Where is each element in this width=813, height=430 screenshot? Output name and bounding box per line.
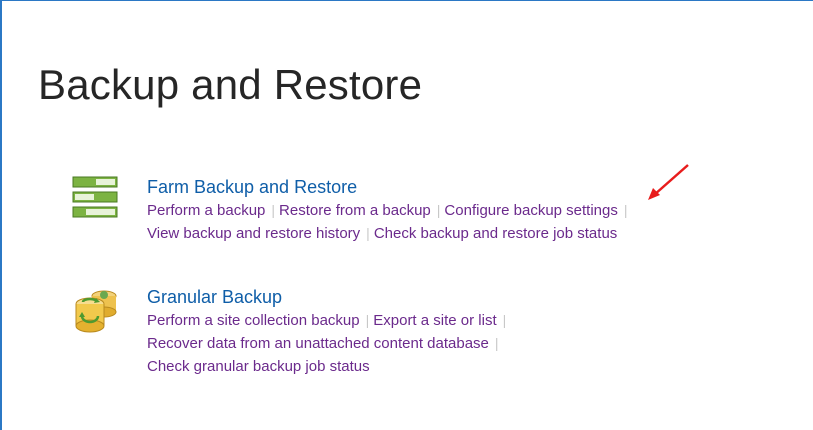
red-annotation-arrow-icon xyxy=(642,161,694,208)
link-separator: | xyxy=(365,312,370,328)
link-separator: | xyxy=(502,312,507,328)
granular-backup-links-row-1: Perform a site collection backup | Export … xyxy=(147,309,510,332)
check-granular-job-status-link[interactable]: Check granular backup job status xyxy=(147,358,370,375)
configure-backup-settings-link[interactable]: Configure backup settings xyxy=(444,202,617,219)
site-collection-backup-link[interactable]: Perform a site collection backup xyxy=(147,312,360,329)
farm-backup-links-row-1: Perform a backup | Restore from a backup | C… xyxy=(147,199,632,222)
recover-unattached-db-link[interactable]: Recover data from an unattached content … xyxy=(147,335,489,352)
perform-backup-link[interactable]: Perform a backup xyxy=(147,202,265,219)
granular-backup-links-row-2: Recover data from an unattached content … xyxy=(147,332,510,355)
granular-database-icon xyxy=(72,286,120,341)
granular-backup-heading-link[interactable]: Granular Backup xyxy=(147,286,510,309)
farm-server-stack-icon xyxy=(72,176,120,225)
farm-backup-heading-link[interactable]: Farm Backup and Restore xyxy=(147,176,632,199)
export-site-or-list-link[interactable]: Export a site or list xyxy=(373,312,496,329)
farm-backup-body: Farm Backup and Restore Perform a backup… xyxy=(147,176,632,245)
granular-backup-body: Granular Backup Perform a site collectio… xyxy=(147,286,510,378)
link-separator: | xyxy=(494,335,499,351)
page-title: Backup and Restore xyxy=(38,61,423,108)
page-frame: Backup and Restore Farm Backup and Resto… xyxy=(0,0,813,430)
view-backup-history-link[interactable]: View backup and restore history xyxy=(147,225,360,242)
link-separator: | xyxy=(366,225,370,241)
restore-from-backup-link[interactable]: Restore from a backup xyxy=(279,202,431,219)
link-separator: | xyxy=(623,202,628,218)
link-separator: | xyxy=(271,202,276,218)
link-separator: | xyxy=(436,202,441,218)
check-backup-job-status-link[interactable]: Check backup and restore job status xyxy=(374,225,617,242)
granular-backup-links-row-3: Check granular backup job status xyxy=(147,355,510,378)
farm-backup-links-row-2: View backup and restore history | Check ba… xyxy=(147,222,632,245)
